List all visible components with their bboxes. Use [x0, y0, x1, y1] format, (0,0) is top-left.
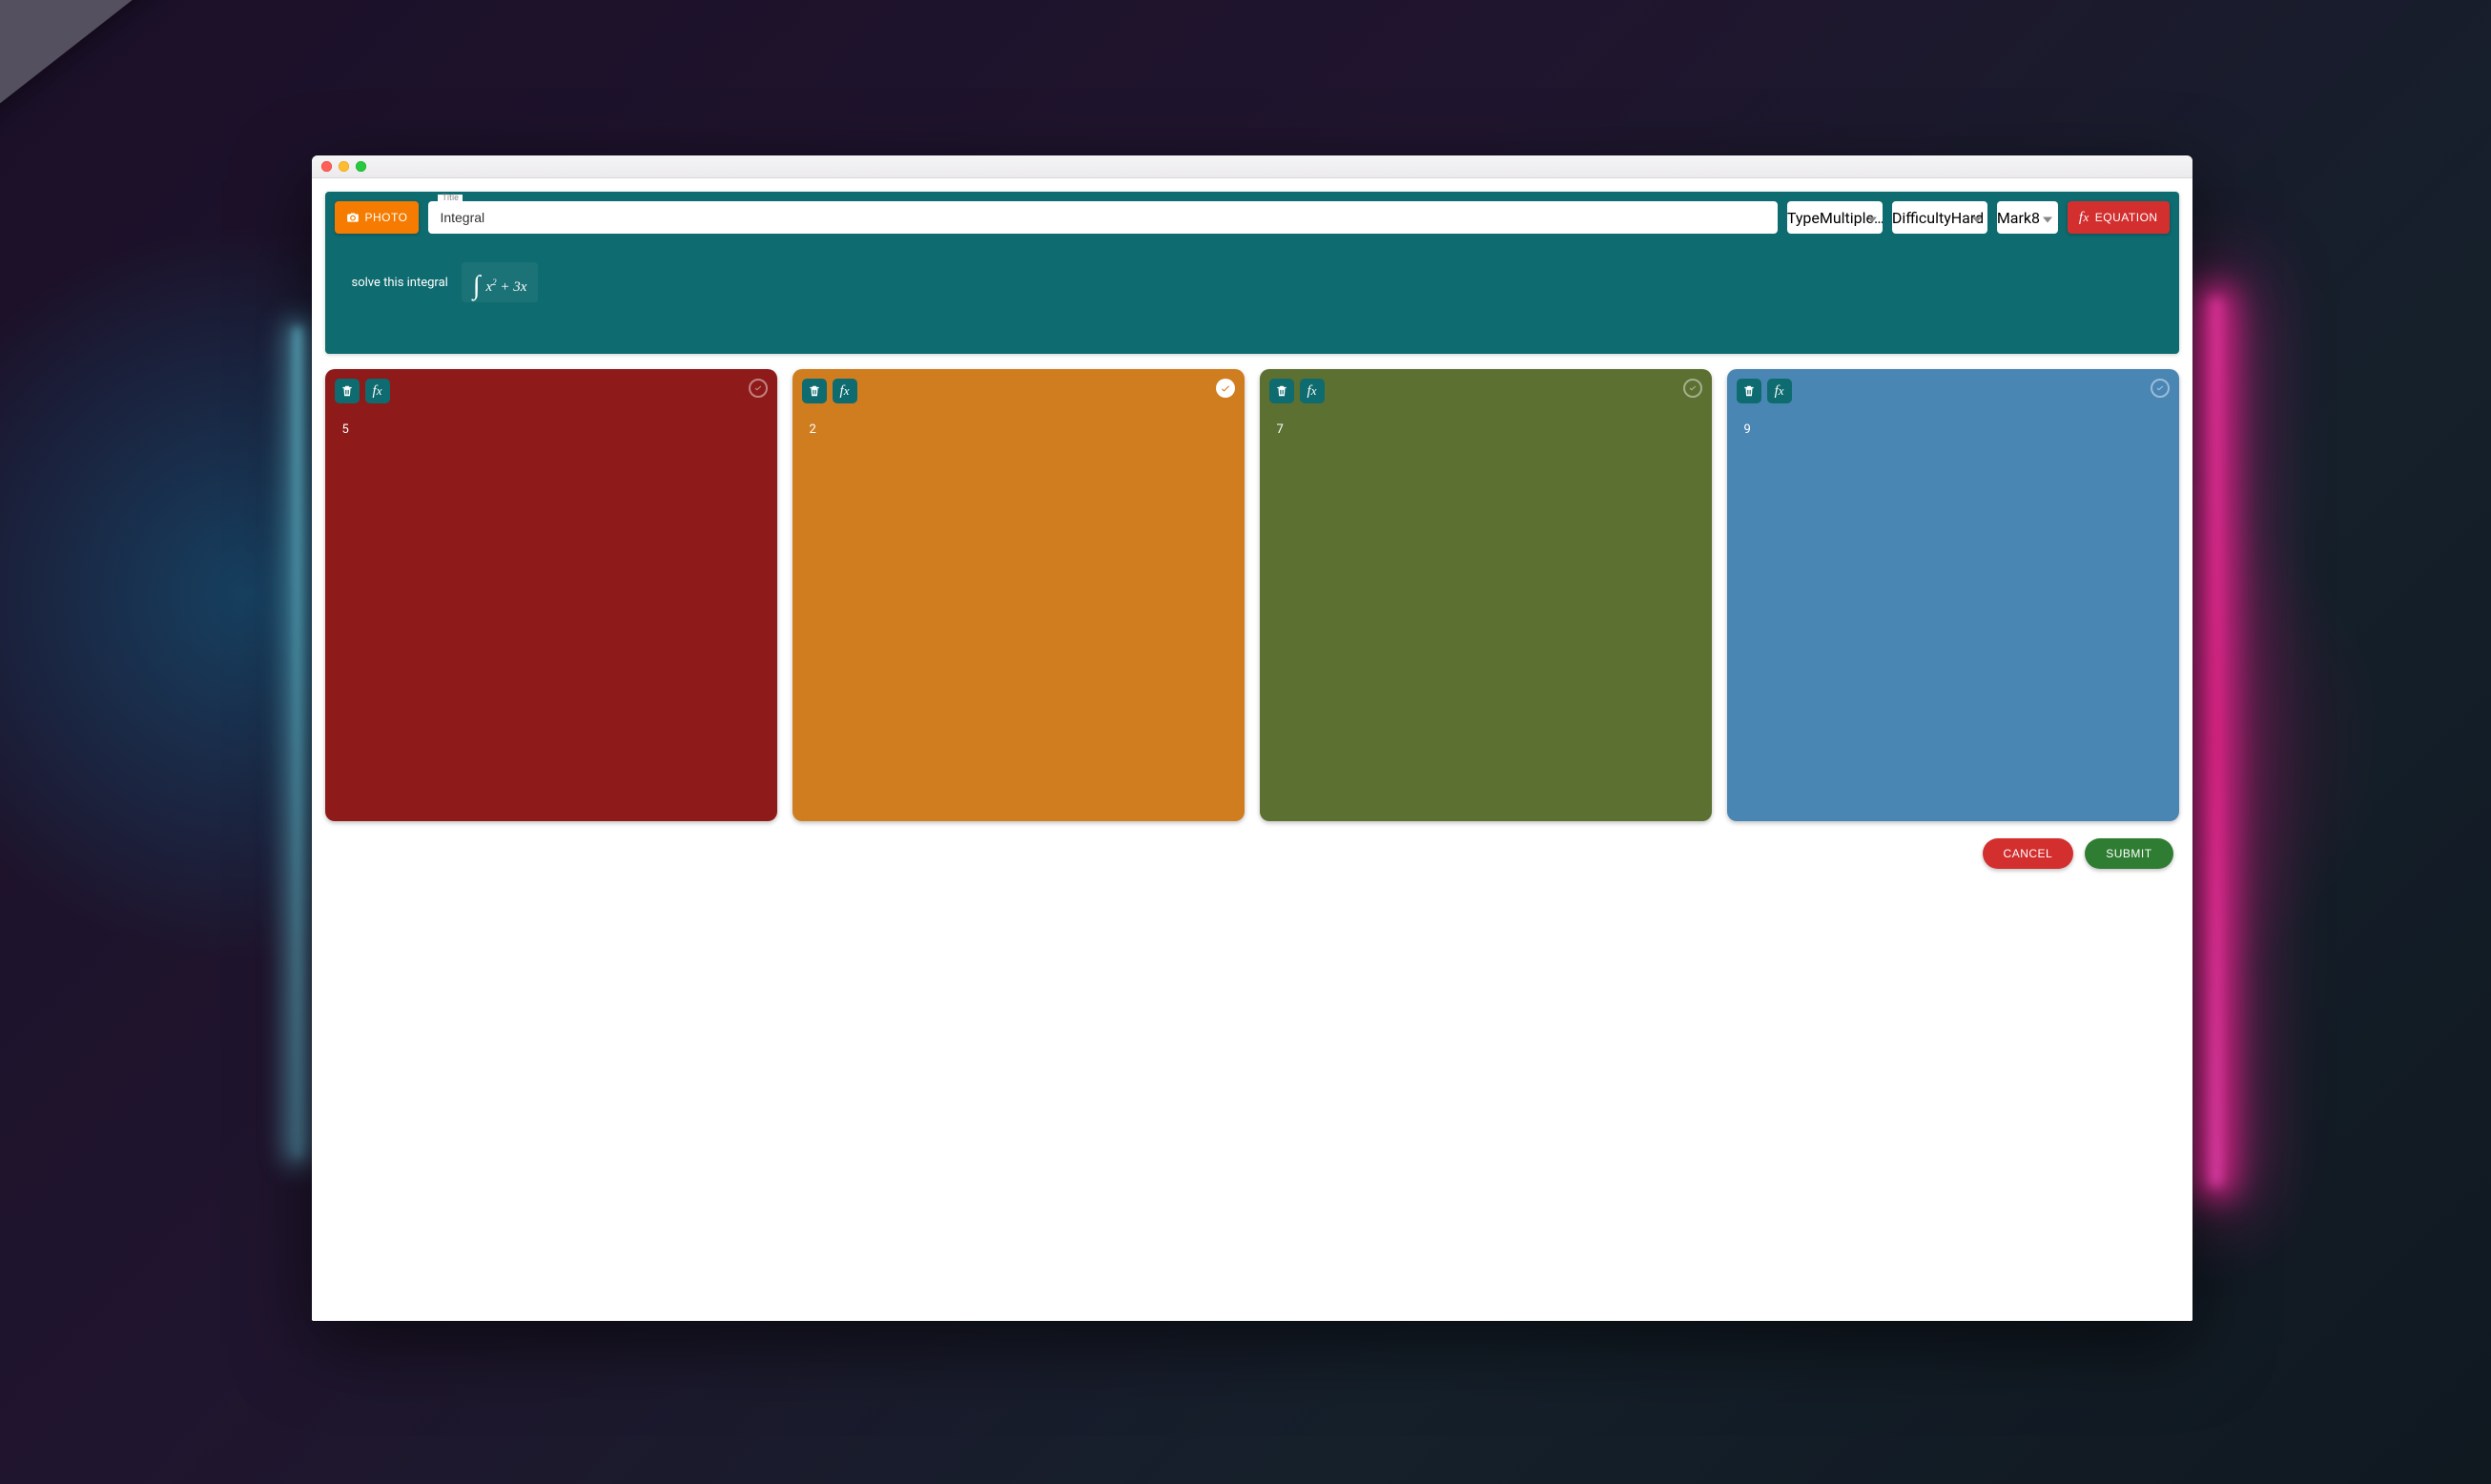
- check-circle-icon[interactable]: [2151, 379, 2170, 398]
- equation-button[interactable]: fx EQUATION: [2068, 201, 2170, 234]
- correct-check-icon[interactable]: [1216, 379, 1235, 398]
- card-header: fx: [335, 379, 768, 403]
- question-panel: PHOTO Title Type Multiple… Difficulty Ha…: [325, 192, 2179, 354]
- fx-icon[interactable]: fx: [833, 379, 857, 403]
- title-field[interactable]: Title: [428, 201, 1777, 234]
- answer-card[interactable]: fx9: [1727, 369, 2179, 821]
- window-titlebar: [312, 155, 2192, 178]
- delete-icon[interactable]: [802, 379, 827, 403]
- answer-value: 7: [1269, 403, 1702, 444]
- close-dot[interactable]: [321, 161, 332, 172]
- type-label: Type: [1787, 209, 1820, 227]
- card-header: fx: [1737, 379, 2170, 403]
- equation-display: ∫ x2 + 3x: [462, 262, 539, 302]
- question-prompt: solve this integral: [352, 276, 448, 290]
- cancel-button[interactable]: CANCEL: [1983, 838, 2074, 869]
- mark-label: Mark: [1997, 209, 2031, 227]
- fx-icon[interactable]: fx: [365, 379, 390, 403]
- submit-button[interactable]: SUBMIT: [2085, 838, 2172, 869]
- card-header: fx: [802, 379, 1235, 403]
- fx-icon[interactable]: fx: [1767, 379, 1792, 403]
- chevron-down-icon: [1972, 209, 1982, 227]
- glow-right: [2209, 297, 2222, 1187]
- chevron-down-icon: [2043, 209, 2052, 227]
- answer-value: 2: [802, 403, 1235, 444]
- photo-button-label: PHOTO: [365, 211, 408, 224]
- photo-button[interactable]: PHOTO: [335, 201, 420, 234]
- glow-left: [294, 326, 301, 1157]
- type-select[interactable]: Type Multiple…: [1787, 201, 1883, 234]
- answer-card[interactable]: fx2: [793, 369, 1245, 821]
- delete-icon[interactable]: [1737, 379, 1761, 403]
- fx-icon[interactable]: fx: [1300, 379, 1325, 403]
- answer-value: 9: [1737, 403, 2170, 444]
- answers-grid: fx5fx2fx7fx9: [325, 369, 2179, 821]
- fx-icon: fx: [2079, 210, 2090, 226]
- chevron-down-icon: [1867, 209, 1877, 227]
- maximize-dot[interactable]: [356, 161, 366, 172]
- answer-value: 5: [335, 403, 768, 444]
- card-header: fx: [1269, 379, 1702, 403]
- delete-icon[interactable]: [335, 379, 360, 403]
- answer-card[interactable]: fx5: [325, 369, 777, 821]
- check-circle-icon[interactable]: [1683, 379, 1702, 398]
- camera-icon: [346, 212, 360, 223]
- app-window: PHOTO Title Type Multiple… Difficulty Ha…: [312, 155, 2192, 1320]
- content-area: PHOTO Title Type Multiple… Difficulty Ha…: [312, 178, 2192, 1320]
- minimize-dot[interactable]: [339, 161, 349, 172]
- title-input[interactable]: [428, 201, 1777, 234]
- delete-icon[interactable]: [1269, 379, 1294, 403]
- footer-actions: CANCEL SUBMIT: [325, 821, 2179, 873]
- equation-button-label: EQUATION: [2095, 211, 2158, 224]
- answer-card[interactable]: fx7: [1260, 369, 1712, 821]
- difficulty-value: Hard: [1951, 209, 1987, 227]
- title-label: Title: [438, 195, 462, 203]
- difficulty-select[interactable]: Difficulty Hard: [1892, 201, 1987, 234]
- question-body: solve this integral ∫ x2 + 3x: [335, 234, 2170, 340]
- question-toolbar: PHOTO Title Type Multiple… Difficulty Ha…: [335, 201, 2170, 234]
- mark-select[interactable]: Mark 8: [1997, 201, 2058, 234]
- check-circle-icon[interactable]: [749, 379, 768, 398]
- difficulty-label: Difficulty: [1892, 209, 1951, 227]
